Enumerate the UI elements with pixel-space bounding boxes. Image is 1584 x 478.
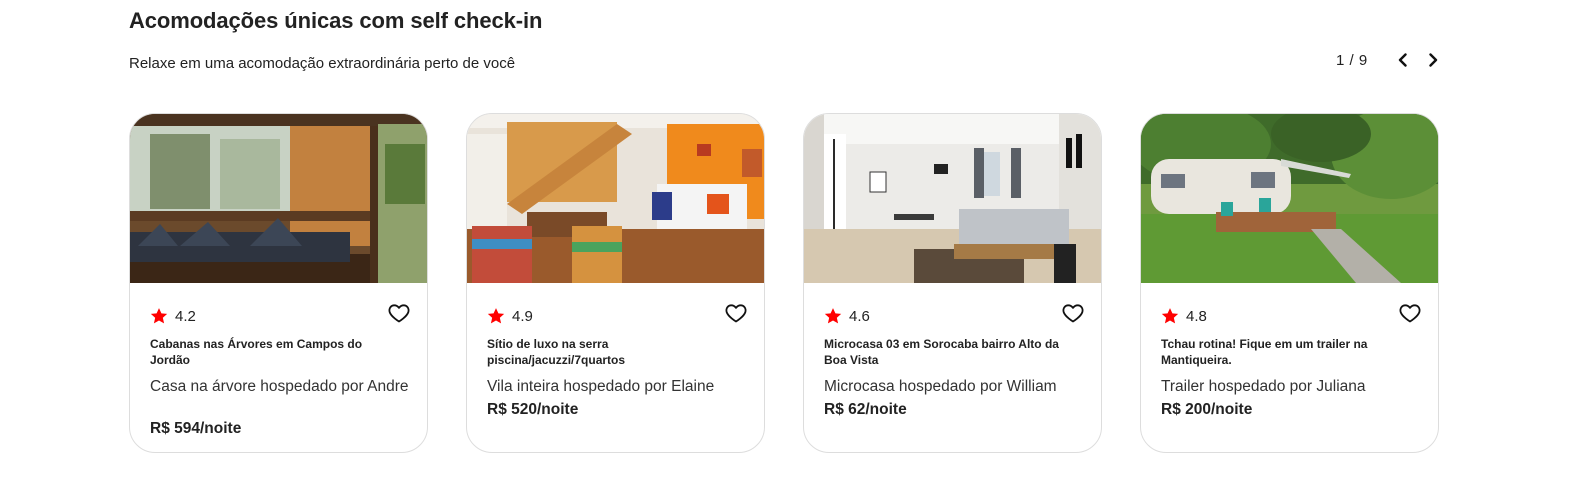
listing-card[interactable]: 4.2 Cabanas nas Árvores em Campos do Jor…	[129, 113, 428, 453]
listing-photo[interactable]	[1141, 114, 1438, 283]
rating-value: 4.8	[1186, 307, 1207, 325]
listing-card[interactable]: 4.6 Microcasa 03 em Sorocaba bairro Alto…	[803, 113, 1102, 453]
star-icon	[824, 308, 842, 324]
rating-value: 4.9	[512, 307, 533, 325]
listing-type: Trailer hospedado por Juliana	[1161, 378, 1366, 395]
heart-icon[interactable]	[387, 301, 411, 325]
rating: 4.9	[486, 306, 533, 326]
next-button[interactable]	[1422, 49, 1444, 71]
carousel-pager: 1 / 9	[1336, 49, 1444, 71]
rating: 4.2	[149, 306, 196, 326]
section-title: Acomodações únicas com self check-in	[129, 8, 543, 33]
page-counter: 1 / 9	[1336, 51, 1368, 69]
listing-type: Microcasa hospedado por William	[824, 378, 1057, 395]
listing-type: Casa na árvore hospedado por Andre	[150, 378, 409, 395]
listing-type: Vila inteira hospedado por Elaine	[487, 378, 715, 395]
section-subtitle: Relaxe em uma acomodação extraordinária …	[129, 55, 516, 72]
heart-icon[interactable]	[1398, 301, 1422, 325]
heart-icon[interactable]	[1061, 301, 1085, 325]
prev-button[interactable]	[1392, 49, 1414, 71]
listing-price: R$ 594/noite	[150, 420, 242, 437]
chevron-right-icon	[1428, 53, 1437, 67]
chevron-left-icon	[1398, 53, 1407, 67]
listing-price: R$ 62/noite	[824, 401, 907, 418]
star-icon	[150, 308, 168, 324]
listing-name: Sítio de luxo na serra piscina/jacuzzi/7…	[487, 337, 626, 367]
rating: 4.8	[1160, 306, 1207, 326]
listing-card[interactable]: 4.9 Sítio de luxo na serra piscina/jacuz…	[466, 113, 765, 453]
listing-photo[interactable]	[467, 114, 764, 283]
rating-value: 4.6	[849, 307, 870, 325]
rating-value: 4.2	[175, 307, 196, 325]
listing-name: Tchau rotina! Fique em um trailer na Man…	[1161, 337, 1368, 367]
star-icon	[1161, 308, 1179, 324]
listing-photo[interactable]	[130, 114, 427, 283]
listing-photo[interactable]	[804, 114, 1101, 283]
rating: 4.6	[823, 306, 870, 326]
listing-name: Microcasa 03 em Sorocaba bairro Alto da …	[824, 337, 1059, 367]
star-icon	[487, 308, 505, 324]
listing-price: R$ 200/noite	[1161, 401, 1253, 418]
heart-icon[interactable]	[724, 301, 748, 325]
listing-name: Cabanas nas Árvores em Campos do Jordão	[150, 337, 363, 367]
listing-price: R$ 520/noite	[487, 401, 579, 418]
listing-card[interactable]: 4.8 Tchau rotina! Fique em um trailer na…	[1140, 113, 1439, 453]
